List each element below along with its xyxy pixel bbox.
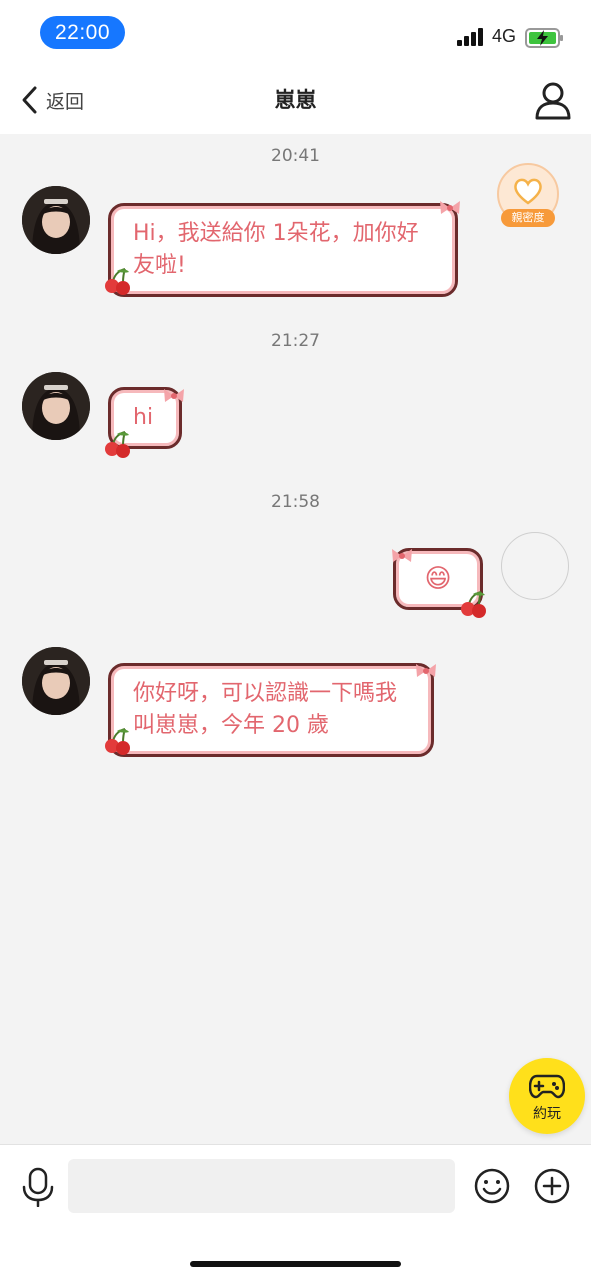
message-timestamp: 21:27 <box>271 331 320 351</box>
plus-icon[interactable] <box>533 1167 571 1205</box>
intimacy-badge[interactable]: 親密度 <box>497 163 561 227</box>
battery-charging-icon <box>525 28 563 48</box>
status-bar: 22:00 4G <box>0 0 591 66</box>
message-bubble[interactable]: Hi，我送給你 1朵花，加你好友啦! <box>108 203 458 297</box>
message-bubble[interactable]: 你好呀，可以認識一下嗎我叫崽崽，今年 20 歲 <box>108 663 434 757</box>
page-title: 崽崽 <box>274 88 317 112</box>
bow-decoration-icon <box>416 664 436 677</box>
cherry-decoration-icon <box>105 728 130 755</box>
play-fab-button[interactable]: 約玩 <box>509 1058 585 1134</box>
signal-icon <box>457 28 483 46</box>
network-type: 4G <box>492 26 517 46</box>
gamepad-icon <box>529 1074 565 1099</box>
home-indicator <box>190 1261 401 1267</box>
message-text: 你好呀，可以認識一下嗎我叫崽崽，今年 20 歲 <box>133 681 398 738</box>
message-emoji: 😄 <box>424 564 452 594</box>
cherry-decoration-icon <box>461 591 486 618</box>
avatar[interactable] <box>22 186 90 254</box>
message-timestamp: 21:58 <box>271 492 320 512</box>
status-time: 22:00 <box>40 16 125 49</box>
cherry-decoration-icon <box>105 431 130 458</box>
avatar-photo <box>22 647 90 715</box>
intimacy-label: 親密度 <box>501 209 555 227</box>
chat-area[interactable]: 20:41 Hi，我送給你 1朵花，加你好友啦! 親密度 21:27 hi 21… <box>0 134 591 1144</box>
cherry-decoration-icon <box>105 268 130 295</box>
emoji-icon[interactable] <box>473 1167 511 1205</box>
voice-mic-icon[interactable] <box>20 1167 56 1207</box>
message-text: hi <box>133 405 154 430</box>
bow-decoration-icon <box>392 549 412 562</box>
message-text: Hi，我送給你 1朵花，加你好友啦! <box>133 221 419 278</box>
input-bar <box>0 1144 591 1280</box>
nav-bar: 返回 崽崽 <box>0 66 591 134</box>
avatar[interactable] <box>22 372 90 440</box>
heart-icon <box>514 178 542 205</box>
bow-decoration-icon <box>164 389 184 402</box>
avatar-photo <box>22 372 90 440</box>
message-input[interactable] <box>68 1159 455 1213</box>
bow-decoration-icon <box>440 201 460 214</box>
avatar-photo <box>22 186 90 254</box>
play-fab-label: 約玩 <box>533 1106 561 1122</box>
self-avatar[interactable] <box>501 532 569 600</box>
user-profile-icon[interactable] <box>534 80 572 120</box>
avatar[interactable] <box>22 647 90 715</box>
